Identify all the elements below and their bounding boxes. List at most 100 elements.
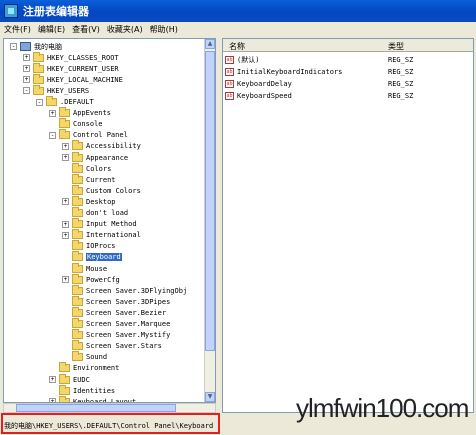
folder-icon — [72, 262, 83, 273]
tree-node[interactable]: - Control Panel — [49, 129, 128, 141]
tree-node[interactable]: + HKEY_LOCAL_MACHINE — [23, 73, 123, 85]
tree-node[interactable]: Colors — [62, 162, 111, 174]
list-header: 名称 类型 — [223, 39, 473, 52]
registry-tree-pane[interactable]: - 我的电脑 + HKEY_CLASSES_ROOT + HKEY_CURRENT_USE… — [3, 38, 216, 403]
tree-node[interactable]: + AppEvents — [49, 107, 111, 119]
collapse-icon[interactable]: - — [49, 131, 56, 139]
tree-node[interactable]: - 我的电脑 — [10, 41, 62, 52]
expand-icon[interactable]: + — [49, 376, 56, 383]
tree-node[interactable]: Environment — [49, 362, 120, 374]
column-header-name[interactable]: 名称 — [229, 41, 245, 52]
expand-icon[interactable]: + — [23, 76, 30, 84]
tree-node[interactable]: Screen Saver.Stars — [62, 340, 162, 352]
tree-node[interactable]: Screen Saver.3DFlyingObj — [62, 284, 188, 296]
column-header-type[interactable]: 类型 — [388, 41, 404, 52]
tree-node-label: Screen Saver.3DFlyingObj — [86, 286, 188, 295]
tree-node[interactable]: Screen Saver.3DPipes — [62, 295, 171, 307]
value-row[interactable]: ab KeyboardSpeed REG_SZ — [225, 90, 473, 101]
tree-node[interactable]: + PowerCfg — [62, 273, 120, 285]
folder-icon — [59, 373, 70, 384]
scroll-thumb[interactable] — [205, 51, 215, 351]
tree-node[interactable]: Current — [62, 173, 116, 185]
scroll-up-icon[interactable]: ▲ — [205, 39, 215, 49]
tree-node[interactable]: IOProcs — [62, 240, 116, 252]
tree-node[interactable]: don't load — [62, 207, 128, 219]
values-list-pane[interactable]: 名称 类型 ab (默认) REG_SZ ab InitialKeyboardI… — [222, 38, 474, 413]
expand-icon[interactable]: + — [49, 109, 56, 117]
value-name: KeyboardDelay — [237, 79, 292, 88]
tree-node[interactable]: + EUDC — [49, 373, 90, 385]
hscroll-thumb[interactable] — [16, 404, 176, 412]
scroll-down-icon[interactable]: ▼ — [205, 392, 215, 402]
tree-node-label: Screen Saver.3DPipes — [86, 297, 171, 306]
expand-icon[interactable]: + — [62, 154, 69, 161]
tree-node-label: Appearance — [86, 153, 129, 162]
tree-node-label: Environment — [73, 364, 120, 373]
expand-icon[interactable]: + — [62, 231, 69, 239]
tree-node-label: Screen Saver.Mystify — [86, 331, 171, 340]
tree-node[interactable]: Screen Saver.Marquee — [62, 318, 171, 330]
string-value-icon: ab — [225, 79, 234, 88]
tree-node[interactable]: - .DEFAULT — [36, 96, 94, 108]
title-bar[interactable]: 注册表编辑器 — [0, 0, 476, 22]
menu-help[interactable]: 帮助(H) — [150, 24, 178, 35]
tree-node-label: International — [86, 231, 141, 240]
value-row[interactable]: ab (默认) REG_SZ — [225, 54, 473, 65]
folder-icon — [33, 73, 44, 84]
tree-node-label: HKEY_LOCAL_MACHINE — [47, 75, 123, 84]
tree-node-label: Accessibility — [86, 142, 141, 151]
tree-node[interactable]: - HKEY_USERS — [23, 84, 89, 96]
tree-node-label: Current — [86, 175, 116, 184]
collapse-icon[interactable]: - — [10, 43, 17, 50]
folder-icon — [33, 51, 44, 62]
expand-icon[interactable]: + — [62, 276, 69, 284]
menu-view[interactable]: 查看(V) — [72, 24, 100, 35]
expand-icon[interactable]: + — [23, 65, 30, 73]
expand-icon[interactable]: + — [23, 54, 30, 62]
folder-icon — [72, 351, 83, 362]
folder-icon — [72, 195, 83, 206]
tree-node[interactable]: Screen Saver.Bezier — [62, 306, 166, 318]
expand-icon[interactable]: + — [62, 220, 69, 228]
folder-icon — [72, 184, 83, 195]
tree-node[interactable]: + Accessibility — [62, 140, 141, 152]
tree-node-label: Sound — [86, 353, 108, 362]
menu-file[interactable]: 文件(F) — [4, 24, 31, 35]
tree-node[interactable]: Console — [49, 118, 103, 130]
folder-icon — [72, 284, 83, 295]
tree-node-selected[interactable]: Keyboard — [62, 251, 122, 263]
folder-icon — [72, 306, 83, 317]
collapse-icon[interactable]: - — [23, 87, 30, 95]
tree-node[interactable]: + Desktop — [62, 195, 116, 207]
tree-horizontal-scrollbar[interactable] — [3, 403, 216, 413]
tree-node[interactable]: + International — [62, 229, 141, 241]
tree-node-label: PowerCfg — [86, 275, 120, 284]
menu-edit[interactable]: 编辑(E) — [38, 24, 65, 35]
collapse-icon[interactable]: - — [36, 98, 43, 106]
tree-node-label: Identities — [73, 386, 116, 395]
tree-node-label: Mouse — [86, 264, 108, 273]
expand-icon[interactable]: + — [62, 198, 69, 206]
tree-node[interactable]: + HKEY_CLASSES_ROOT — [23, 51, 119, 63]
expand-icon[interactable]: + — [62, 142, 69, 150]
tree-node[interactable]: Sound — [62, 351, 108, 363]
tree-vertical-scrollbar[interactable]: ▲ ▼ — [204, 39, 215, 402]
value-name: (默认) — [237, 55, 260, 64]
tree-node[interactable]: + Keyboard Layout — [49, 395, 136, 402]
tree-node[interactable]: Mouse — [62, 262, 108, 274]
tree-node-label: IOProcs — [86, 242, 116, 251]
tree-node[interactable]: + HKEY_CURRENT_USER — [23, 62, 119, 74]
tree-node-label: Screen Saver.Marquee — [86, 320, 171, 328]
tree-node[interactable]: Identities — [49, 384, 116, 396]
tree-node[interactable]: + Appearance — [62, 151, 129, 163]
folder-icon — [33, 62, 44, 73]
value-row[interactable]: ab KeyboardDelay REG_SZ — [225, 78, 473, 89]
tree-node[interactable]: Custom Colors — [62, 184, 141, 196]
menu-favorites[interactable]: 收藏夹(A) — [107, 24, 143, 35]
tree-node[interactable]: Screen Saver.Mystify — [62, 329, 171, 341]
value-row[interactable]: ab InitialKeyboardIndicators REG_SZ — [225, 66, 473, 77]
tree-node[interactable]: + Input Method — [62, 218, 137, 230]
folder-icon — [72, 295, 83, 306]
folder-icon — [72, 207, 83, 217]
registry-editor-window: 注册表编辑器 文件(F) 编辑(E) 查看(V) 收藏夹(A) 帮助(H) - 我… — [0, 0, 476, 435]
